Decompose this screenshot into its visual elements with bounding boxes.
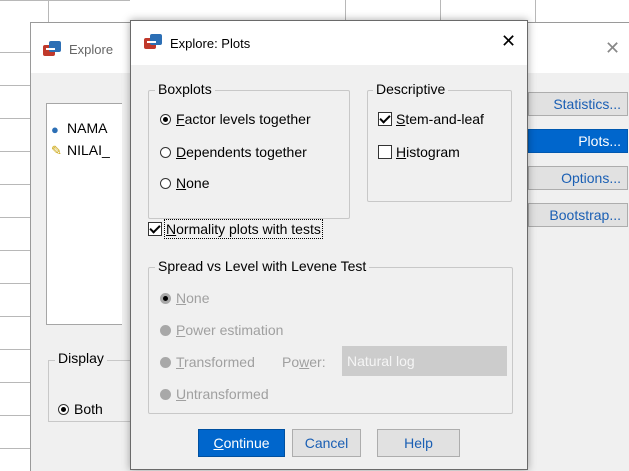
power-label: Power: [282,354,326,370]
grid-line [0,184,30,185]
grid-line [0,52,30,53]
stem-and-leaf-checkbox[interactable]: Stem-and-leaf [378,110,484,128]
display-label: Display [55,350,107,366]
radio-icon [160,325,171,336]
grid-line [440,0,441,22]
cancel-button[interactable]: Cancel [292,429,361,457]
grid-line [0,85,30,86]
grid-line [0,283,30,284]
list-item[interactable]: ● NAMA [51,120,107,137]
radio-icon [160,114,171,125]
radio-icon [160,178,171,189]
grid-line [0,250,30,251]
app-icon [144,34,162,50]
factor-levels-together-radio[interactable]: Factor levels together [160,110,311,128]
statistics-button[interactable]: Statistics... [528,92,628,116]
grid-line [48,0,49,22]
checkbox-icon [378,145,392,159]
grid-line [0,349,30,350]
plots-button[interactable]: Plots... [528,129,628,153]
scale-variable-icon: ✎ [51,143,62,159]
grid-line [0,382,30,383]
variable-list[interactable]: ● NAMA ✎ NILAI_ [46,103,122,325]
grid-line [0,151,30,152]
dialog-titlebar: Explore: Plots ✕ [131,21,527,65]
continue-button[interactable]: Continue [198,429,285,457]
nominal-variable-icon: ● [51,121,59,137]
explore-title: Explore [69,42,114,57]
histogram-checkbox[interactable]: Histogram [378,143,460,161]
radio-icon [160,357,171,368]
boxplot-none-radio[interactable]: None [160,174,209,192]
radio-icon [160,147,171,158]
dialog-title: Explore: Plots [170,36,251,51]
descriptive-label: Descriptive [373,81,449,97]
checkbox-icon [148,222,162,236]
spread-none-radio[interactable]: None [160,289,209,307]
power-select[interactable]: Natural log [342,346,507,376]
grid-line [535,0,536,22]
checkbox-icon [378,112,392,126]
options-button[interactable]: Options... [528,166,628,190]
close-icon[interactable]: ✕ [605,38,620,59]
list-item[interactable]: ✎ NILAI_ [51,142,110,159]
explore-plots-dialog: Explore: Plots ✕ Boxplots Factor levels … [130,20,528,470]
grid-line [345,0,346,22]
grid-line [0,217,30,218]
bootstrap-button[interactable]: Bootstrap... [528,203,628,227]
help-button[interactable]: Help [377,429,460,457]
transformed-radio[interactable]: Transformed [160,353,255,371]
normality-plots-checkbox[interactable]: Normality plots with tests [148,219,323,239]
radio-icon [58,404,69,415]
radio-icon [160,293,171,304]
grid-line [0,118,30,119]
grid-line [0,316,30,317]
display-both-radio[interactable]: Both [58,401,103,417]
app-icon [43,41,61,57]
grid-line [0,0,130,1]
power-estimation-radio[interactable]: Power estimation [160,321,283,339]
close-icon[interactable]: ✕ [501,31,516,52]
dependents-together-radio[interactable]: Dependents together [160,143,307,161]
spread-vs-level-label: Spread vs Level with Levene Test [155,258,370,274]
boxplots-label: Boxplots [155,81,215,97]
normality-plots-label: Normality plots with tests [164,219,323,239]
grid-line [0,415,30,416]
grid-line [0,448,30,449]
untransformed-radio[interactable]: Untransformed [160,385,269,403]
radio-icon [160,389,171,400]
